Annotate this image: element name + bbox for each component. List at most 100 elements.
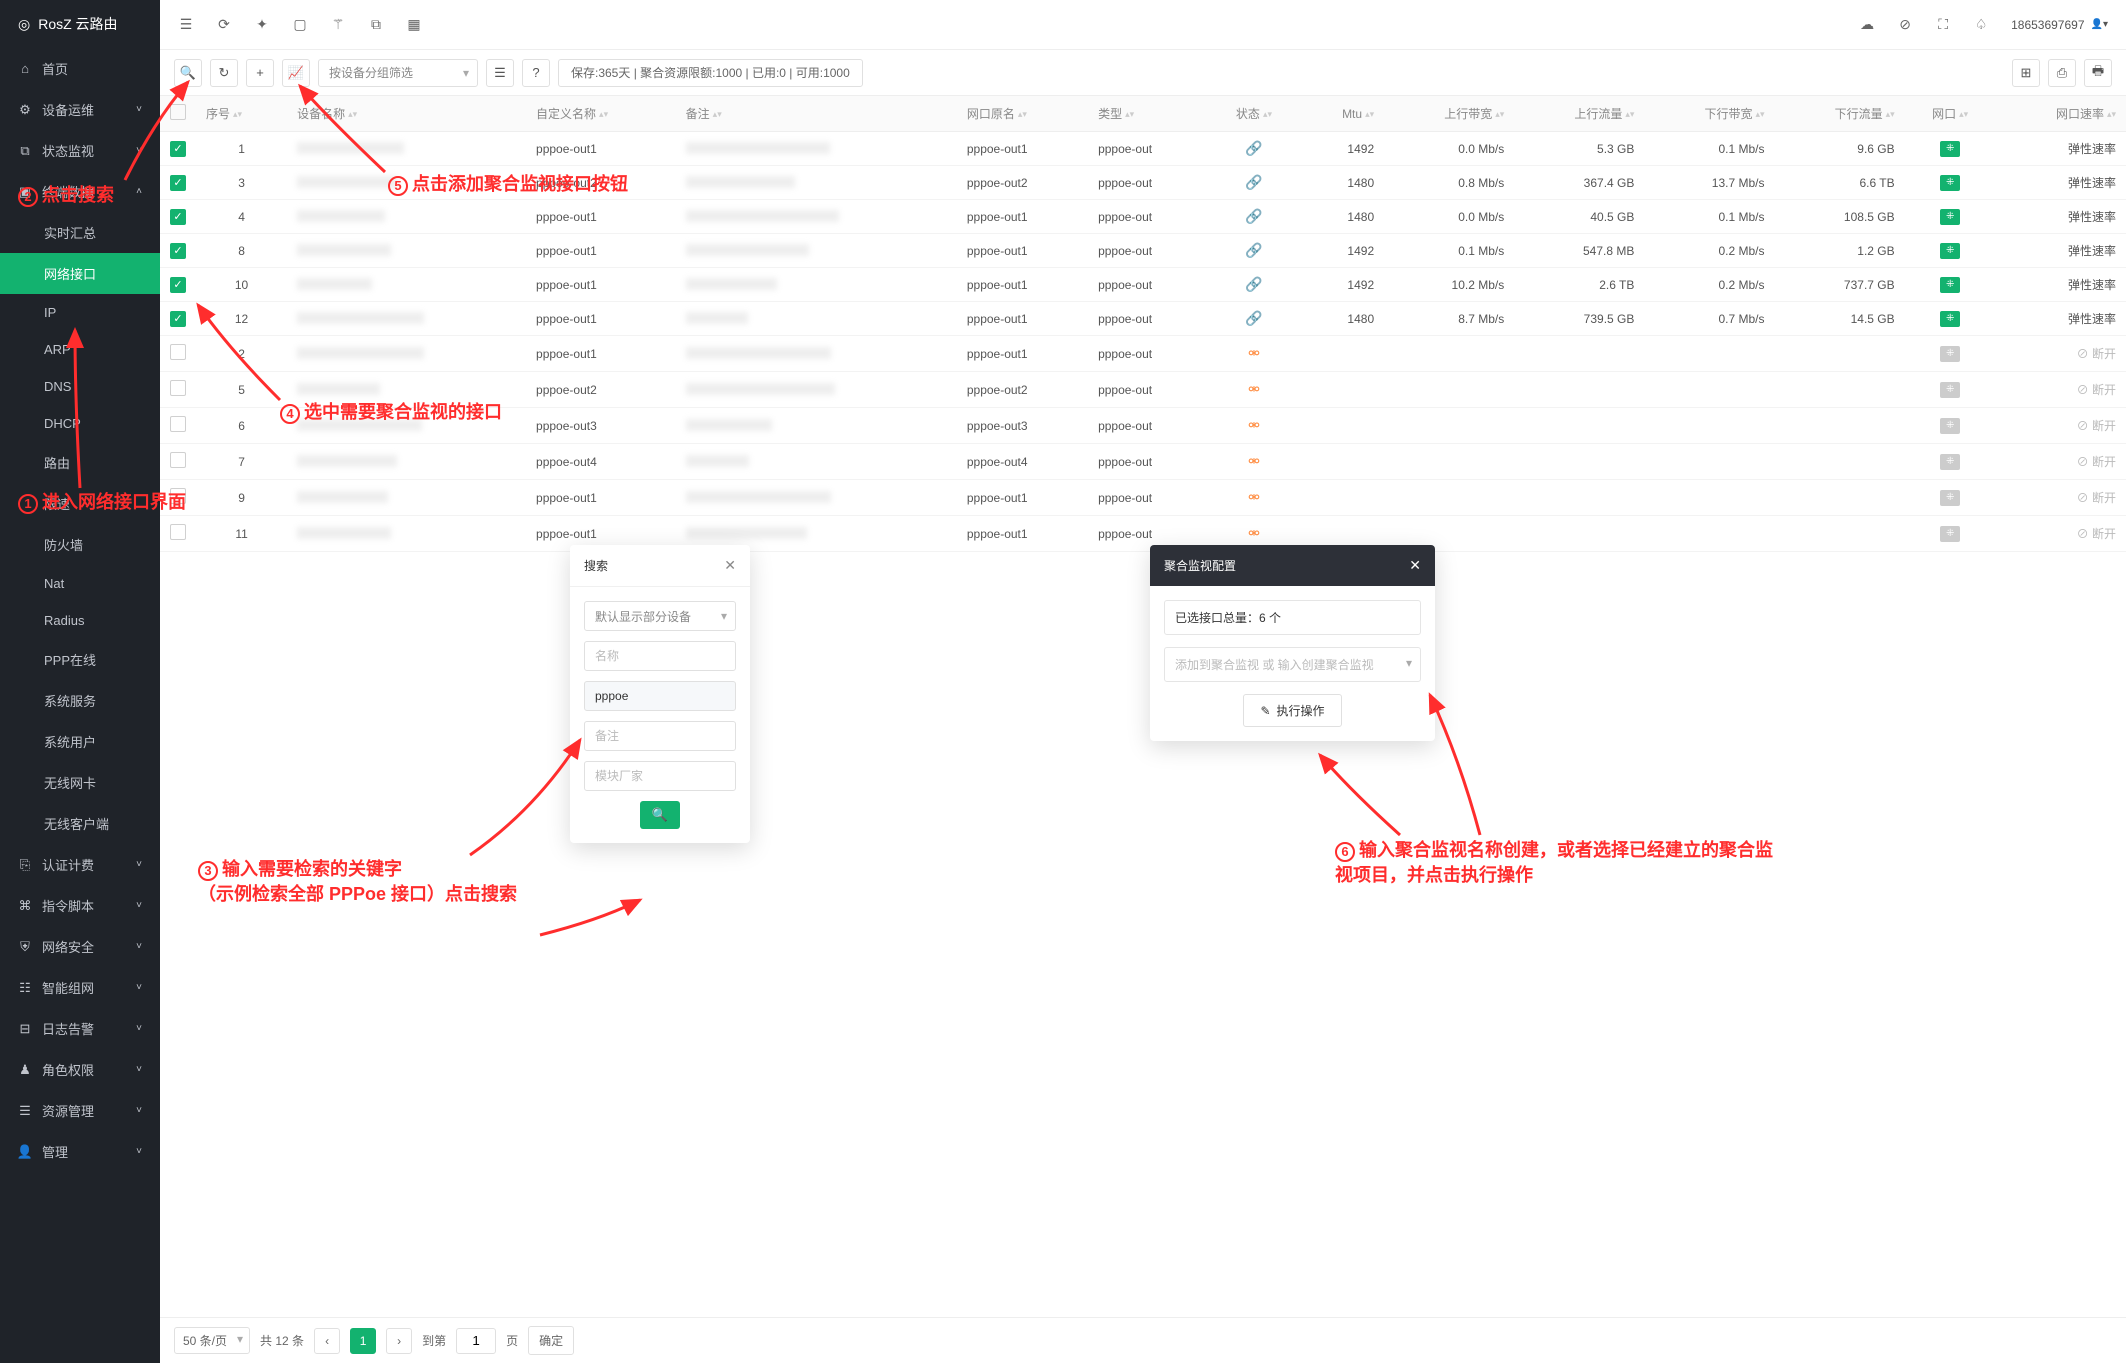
sidebar-nat[interactable]: Nat [0, 565, 160, 602]
page-size-select[interactable]: 50 条/页 [174, 1327, 250, 1354]
port-icon: ⁜ [1940, 454, 1960, 470]
reload-button[interactable]: ↻ [210, 59, 238, 87]
sidebar-script[interactable]: ⌘指令脚本˅ [0, 885, 160, 926]
collapse-sidebar-icon[interactable]: ☰ [178, 17, 194, 33]
monitor-dialog-title: 聚合监视配置 [1164, 557, 1236, 574]
page-1[interactable]: 1 [350, 1328, 376, 1354]
sidebar-sysuser[interactable]: 系统用户 [0, 721, 160, 762]
table-row[interactable]: 9 pppoe-out1 pppoe-out1 pppoe-out ⚮ ⁜ 断开 [160, 480, 2126, 516]
cloud-icon[interactable]: ☁ [1859, 17, 1875, 33]
help-button[interactable]: ? [522, 59, 550, 87]
sidebar-role[interactable]: ♟角色权限˅ [0, 1049, 160, 1090]
bell-icon[interactable]: ♤ [1973, 17, 1989, 33]
row-checkbox[interactable]: ✓ [170, 277, 186, 293]
table-row[interactable]: 5 pppoe-out2 pppoe-out2 pppoe-out ⚮ ⁜ 断开 [160, 372, 2126, 408]
sidebar-realtime[interactable]: 实时汇总 [0, 212, 160, 253]
goto-confirm[interactable]: 确定 [528, 1326, 574, 1355]
prev-page[interactable]: ‹ [314, 1328, 340, 1354]
close-icon[interactable]: ✕ [1409, 557, 1421, 574]
next-page[interactable]: › [386, 1328, 412, 1354]
sidebar-dhcp[interactable]: DHCP [0, 405, 160, 442]
do-search-button[interactable]: 🔍 [640, 801, 680, 829]
display-mode-select[interactable]: 默认显示部分设备 [584, 601, 736, 631]
sidebar-ip[interactable]: IP [0, 294, 160, 331]
sidebar-radius[interactable]: Radius [0, 602, 160, 639]
execute-button[interactable]: ✎执行操作 [1243, 694, 1341, 727]
topo-icon[interactable]: ✦ [254, 17, 270, 33]
close-icon[interactable]: ✕ [724, 557, 736, 574]
check-all[interactable] [170, 104, 186, 120]
export-button[interactable]: ⎙ [2048, 59, 2076, 87]
row-checkbox[interactable] [170, 416, 186, 432]
link-off-icon: ⚮ [1248, 525, 1260, 541]
table-row[interactable]: ✓ 1 pppoe-out1 pppoe-out1 pppoe-out 🔗 14… [160, 132, 2126, 166]
sidebar-wlcard[interactable]: 无线网卡 [0, 762, 160, 803]
row-checkbox[interactable] [170, 452, 186, 468]
table-row[interactable]: ✓ 12 pppoe-out1 pppoe-out1 pppoe-out 🔗 1… [160, 302, 2126, 336]
sidebar-terminal[interactable]: ▣终端数据˄ [0, 171, 160, 212]
table-row[interactable]: ✓ 4 pppoe-out1 pppoe-out1 pppoe-out 🔗 14… [160, 200, 2126, 234]
table-row[interactable]: 6 pppoe-out3 pppoe-out3 pppoe-out ⚮ ⁜ 断开 [160, 408, 2126, 444]
sidebar-ops[interactable]: ⚙设备运维˅ [0, 89, 160, 130]
sidebar-arp[interactable]: ARP [0, 331, 160, 368]
group-filter-select[interactable]: 按设备分组筛选 [318, 59, 478, 87]
sidebar-alarm[interactable]: ⊟日志告警˅ [0, 1008, 160, 1049]
row-checkbox[interactable]: ✓ [170, 175, 186, 191]
grid-button[interactable]: ⊞ [2012, 59, 2040, 87]
sidebar-smart[interactable]: ☷智能组网˅ [0, 967, 160, 1008]
sidebar-wlclient[interactable]: 无线客户端 [0, 803, 160, 844]
print-button[interactable]: 🖶 [2084, 59, 2112, 87]
table-row[interactable]: ✓ 3 pppoe-out2 pppoe-out2 pppoe-out 🔗 14… [160, 166, 2126, 200]
row-checkbox[interactable] [170, 488, 186, 504]
sidebar-route[interactable]: 路由 [0, 442, 160, 483]
goto-page-input[interactable] [456, 1328, 496, 1354]
user-phone[interactable]: 18653697697 👤▾ [2011, 18, 2108, 32]
sidebar-resource[interactable]: ☰资源管理˅ [0, 1090, 160, 1131]
window-icon[interactable]: ⧉ [368, 17, 384, 33]
sidebar-status[interactable]: ⧉状态监视˅ [0, 130, 160, 171]
table-row[interactable]: 2 pppoe-out1 pppoe-out1 pppoe-out ⚮ ⁜ 断开 [160, 336, 2126, 372]
search-name-input[interactable] [584, 641, 736, 671]
sidebar-netsec[interactable]: ⛨网络安全˅ [0, 926, 160, 967]
row-checkbox[interactable]: ✓ [170, 243, 186, 259]
row-checkbox[interactable]: ✓ [170, 311, 186, 327]
search-interface-input[interactable] [584, 681, 736, 711]
pagination: 50 条/页 共 12 条 ‹ 1 › 到第 页 确定 [160, 1317, 2126, 1363]
row-checkbox[interactable]: ✓ [170, 141, 186, 157]
port-icon: ⁜ [1940, 346, 1960, 362]
settings-icon[interactable]: ⚚ [330, 17, 346, 33]
table-row[interactable]: 7 pppoe-out4 pppoe-out4 pppoe-out ⚮ ⁜ 断开 [160, 444, 2126, 480]
sidebar: ◎RosZ 云路由 ⌂首页 ⚙设备运维˅ ⧉状态监视˅ ▣终端数据˄ 实时汇总 … [0, 0, 160, 1363]
sidebar-mgmt[interactable]: 👤管理˅ [0, 1131, 160, 1172]
stats-icon[interactable]: ▦ [406, 17, 422, 33]
table-row[interactable]: ✓ 10 pppoe-out1 pppoe-out1 pppoe-out 🔗 1… [160, 268, 2126, 302]
search-remark-input[interactable] [584, 721, 736, 751]
sidebar-speed[interactable]: 限速 [0, 483, 160, 524]
chat-icon[interactable]: ▢ [292, 17, 308, 33]
list-button[interactable]: ☰ [486, 59, 514, 87]
link-on-icon: 🔗 [1245, 276, 1262, 292]
add-button[interactable]: + [246, 59, 274, 87]
sidebar-ppp[interactable]: PPP在线 [0, 639, 160, 680]
row-checkbox[interactable] [170, 380, 186, 396]
monitor-target-select[interactable]: 添加到聚合监视 或 输入创建聚合监视 [1164, 647, 1421, 682]
sidebar-cert[interactable]: ⎘认证计费˅ [0, 844, 160, 885]
search-button[interactable]: 🔍 [174, 59, 202, 87]
chart-button[interactable]: 📈 [282, 59, 310, 87]
sidebar-syssvc[interactable]: 系统服务 [0, 680, 160, 721]
sidebar-dns[interactable]: DNS [0, 368, 160, 405]
fullscreen-icon[interactable]: ⛶ [1935, 17, 1951, 33]
port-icon: ⁜ [1940, 209, 1960, 225]
row-checkbox[interactable]: ✓ [170, 209, 186, 225]
sidebar-home[interactable]: ⌂首页 [0, 48, 160, 89]
row-checkbox[interactable] [170, 524, 186, 540]
search-vendor-input[interactable] [584, 761, 736, 791]
table-row[interactable]: 11 pppoe-out1 pppoe-out1 pppoe-out ⚮ ⁜ 断… [160, 516, 2126, 552]
sidebar-firewall[interactable]: 防火墙 [0, 524, 160, 565]
tag-icon[interactable]: ⊘ [1897, 17, 1913, 33]
port-icon: ⁜ [1940, 526, 1960, 542]
refresh-icon[interactable]: ⟳ [216, 17, 232, 33]
sidebar-netif[interactable]: 网络接口 [0, 253, 160, 294]
row-checkbox[interactable] [170, 344, 186, 360]
table-row[interactable]: ✓ 8 pppoe-out1 pppoe-out1 pppoe-out 🔗 14… [160, 234, 2126, 268]
